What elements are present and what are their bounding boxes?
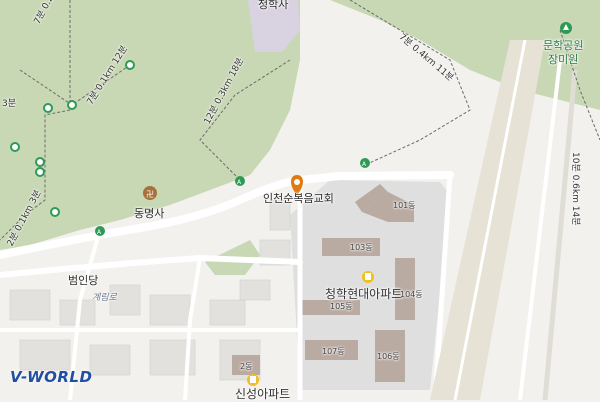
apartment-sinseong-label[interactable]: 신성아파트 xyxy=(235,385,290,402)
building-106-label: 106동 xyxy=(377,352,400,361)
building-101-label: 101동 xyxy=(393,201,416,210)
apartment-cheonghak-label[interactable]: 청학현대아파트 xyxy=(325,285,402,302)
building-103-label: 103동 xyxy=(350,243,373,252)
building-107-label: 107동 xyxy=(322,347,345,356)
temple-dongmyeong-label[interactable]: 동명사 xyxy=(134,205,164,221)
svg-text:卍: 卍 xyxy=(146,190,154,199)
church-label[interactable]: 인천순복음교회 xyxy=(263,190,334,206)
building-2-label: 2동 xyxy=(240,362,253,371)
building-104-label: 104동 xyxy=(400,290,423,299)
park-icon[interactable] xyxy=(560,22,572,34)
temple-icon[interactable]: 卍 xyxy=(143,186,157,200)
park-sub-label[interactable]: 장미원 xyxy=(548,51,578,67)
vworld-logo: V-WORLD xyxy=(10,368,93,386)
trail-label-7: 3분 xyxy=(2,99,17,109)
road-gyerim-label: 계림로 xyxy=(92,293,117,303)
building-105-label: 105동 xyxy=(330,302,353,311)
temple-beomin-label[interactable]: 범인당 xyxy=(68,272,98,288)
apartment-icon[interactable] xyxy=(362,271,374,283)
temple-cheonghak-label[interactable]: 청학사 xyxy=(258,0,288,12)
trail-label-5: 10분 0.6km 14분 xyxy=(570,152,580,226)
